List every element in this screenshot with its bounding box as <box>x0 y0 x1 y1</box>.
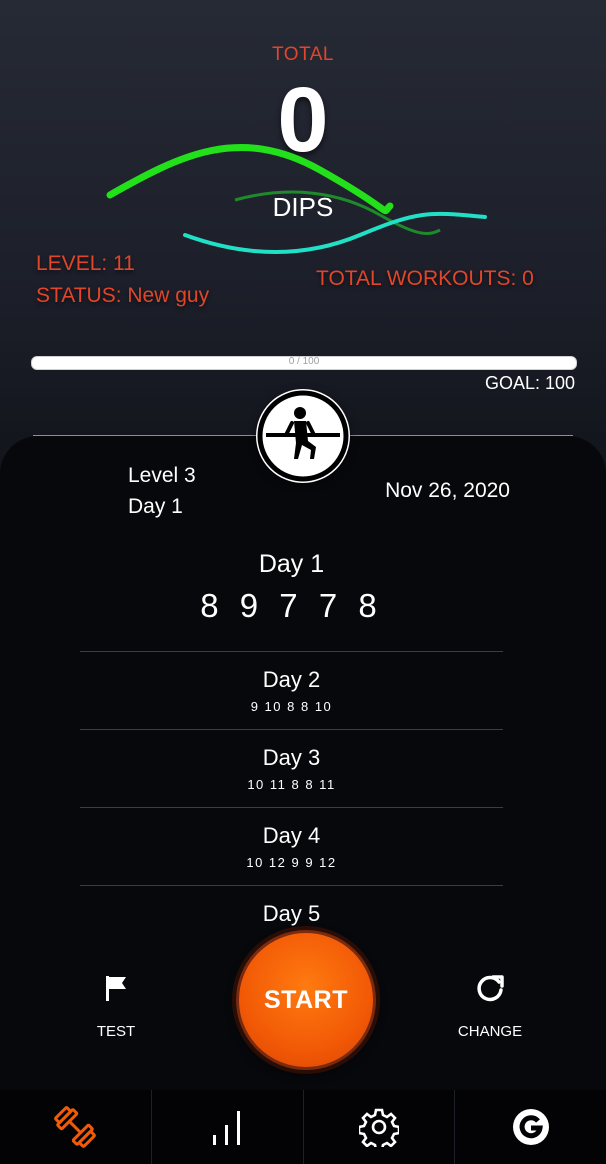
list-item: Day 2 9 10 8 8 10 <box>80 652 503 730</box>
list-item: Day 4 10 12 9 9 12 <box>80 808 503 886</box>
day-title: Day 4 <box>262 823 321 848</box>
status-text: STATUS: New guy <box>36 284 210 307</box>
change-label: CHANGE <box>457 1023 523 1040</box>
total-label: TOTAL <box>272 44 334 65</box>
day-reps: 9 10 8 8 10 <box>250 699 333 714</box>
test-label: TEST <box>96 1023 136 1040</box>
current-day: Day 1 8 9 7 7 8 <box>80 545 503 652</box>
progress-text: 0 / 100 <box>288 356 320 367</box>
start-button[interactable]: START <box>236 930 376 1070</box>
day-title: Day 2 <box>262 667 321 692</box>
day-title: Day 3 <box>262 745 321 770</box>
day-reps: 10 11 8 8 11 <box>247 777 336 792</box>
day-title: Day 1 <box>258 550 325 578</box>
exercise-name: DIPS <box>272 192 334 222</box>
flag-icon <box>106 976 126 1001</box>
list-item: Day 3 10 11 8 8 11 <box>80 730 503 808</box>
plan-day: Day 1 <box>128 495 183 518</box>
g-logo-icon <box>512 1109 549 1145</box>
test-button[interactable]: TEST <box>56 970 176 1040</box>
bottom-nav <box>0 1090 606 1164</box>
change-button[interactable]: CHANGE <box>430 970 550 1040</box>
day-reps: 10 12 9 9 12 <box>246 855 337 870</box>
nav-workout[interactable] <box>0 1090 152 1164</box>
day-title: Day 5 <box>262 901 321 926</box>
stats-bars-icon <box>213 1111 241 1145</box>
day-list[interactable]: Day 1 8 9 7 7 8 Day 2 9 10 8 8 10 Day 3 … <box>80 545 503 963</box>
goal-progress-bar: 0 / 100 <box>31 356 577 370</box>
level-text: LEVEL: 11 <box>36 252 135 275</box>
dips-exercise-icon[interactable] <box>256 389 350 483</box>
total-workouts-text: TOTAL WORKOUTS: 0 <box>316 267 534 290</box>
dumbbell-icon <box>54 1106 97 1148</box>
workout-screen: TOTAL 0 DIPS LEVEL: 11 STATUS: New guy T… <box>0 0 606 1164</box>
nav-settings[interactable] <box>304 1090 456 1164</box>
gear-icon <box>358 1108 399 1147</box>
goal-text: GOAL: 100 <box>484 373 575 393</box>
plan-level: Level 3 <box>128 464 196 487</box>
day-reps: 8 9 7 7 8 <box>200 587 383 624</box>
nav-stats[interactable] <box>152 1090 304 1164</box>
plan-date: Nov 26, 2020 <box>385 479 510 502</box>
refresh-icon <box>477 975 504 1002</box>
nav-g[interactable] <box>455 1090 606 1164</box>
